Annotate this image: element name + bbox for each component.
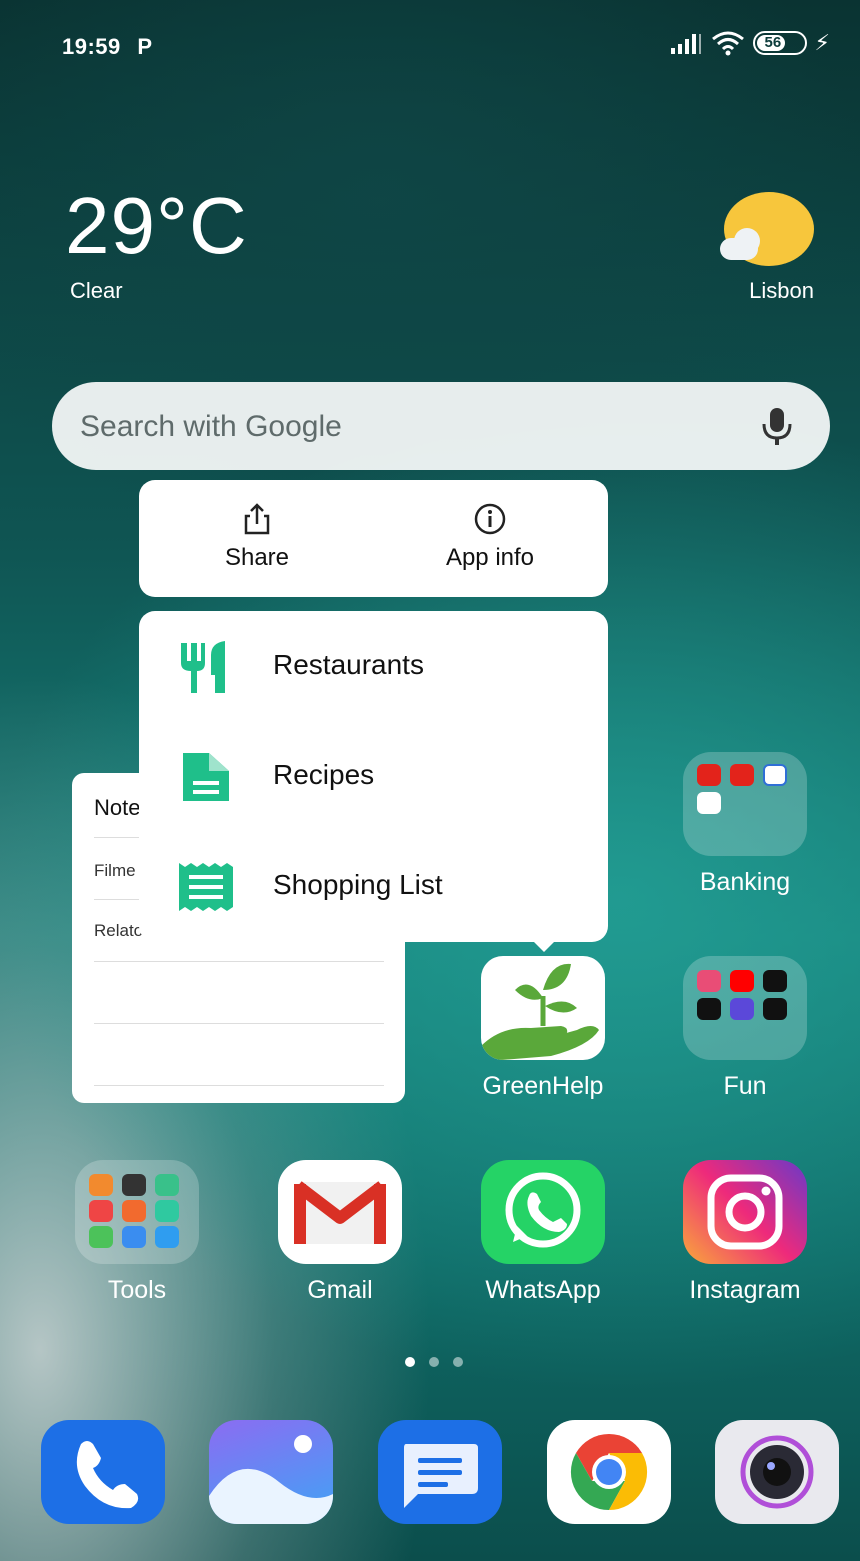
page-dot[interactable] (405, 1357, 415, 1367)
notes-row[interactable] (94, 1023, 384, 1086)
charging-icon: ⚡ (814, 30, 830, 55)
wifi-icon (711, 31, 744, 56)
fork-knife-icon (181, 641, 225, 693)
shortcut-restaurants[interactable]: Restaurants (139, 611, 608, 721)
folder-tools[interactable]: Tools (62, 1160, 212, 1305)
app-label: Fun (723, 1072, 767, 1100)
app-shortcuts-menu: Restaurants Recipes Shopping List (139, 611, 608, 942)
shortcut-label: Shopping List (273, 869, 443, 900)
app-gmail[interactable]: Gmail (265, 1160, 415, 1305)
battery-level: 56 (764, 34, 782, 51)
battery-icon: 56 (752, 31, 807, 55)
sun-cloud-icon (720, 192, 816, 268)
receipt-icon (179, 863, 233, 911)
signal-icon (670, 34, 701, 54)
shortcut-recipes[interactable]: Recipes (139, 721, 608, 831)
page-indicator[interactable] (405, 1357, 463, 1367)
chrome-icon[interactable] (547, 1420, 671, 1524)
messages-icon[interactable] (378, 1420, 502, 1524)
share-icon (244, 503, 270, 535)
app-greenhelp[interactable]: GreenHelp (468, 956, 618, 1101)
folder-banking[interactable]: Banking (670, 752, 820, 897)
app-whatsapp[interactable]: WhatsApp (468, 1160, 618, 1305)
fun-folder-icon (683, 956, 807, 1060)
camera-icon[interactable] (715, 1420, 839, 1524)
gallery-icon[interactable] (209, 1420, 333, 1524)
app-label: Gmail (307, 1276, 373, 1304)
temperature[interactable]: 29°C (65, 180, 248, 272)
microphone-icon[interactable] (760, 406, 794, 446)
app-info-action[interactable]: App info (410, 502, 570, 572)
status-time: 19:59 P (62, 34, 153, 59)
google-search-bar[interactable]: Search with Google (52, 382, 830, 470)
app-label: Tools (107, 1276, 167, 1304)
shortcut-label: Recipes (273, 759, 375, 790)
app-popup-actions: Share App info (139, 480, 608, 597)
app-label: GreenHelp (482, 1072, 604, 1100)
shortcut-label: Restaurants (273, 649, 424, 680)
notes-title: Note (94, 795, 141, 820)
weather-city: Lisbon (749, 278, 814, 303)
phone-icon[interactable] (41, 1420, 165, 1524)
whatsapp-icon (481, 1160, 605, 1264)
greenhelp-icon (481, 956, 605, 1060)
weather-condition: Clear (70, 278, 123, 303)
shortcut-shopping-list[interactable]: Shopping List (139, 831, 608, 941)
tools-folder-icon (75, 1160, 199, 1264)
folder-fun[interactable]: Fun (670, 956, 820, 1101)
notes-row[interactable] (94, 961, 384, 1024)
menu-pointer (530, 938, 558, 952)
app-info-label: App info (445, 544, 535, 571)
gmail-icon (278, 1160, 402, 1264)
notes-row-text: Relato (94, 921, 144, 940)
share-action[interactable]: Share (177, 502, 337, 572)
app-label: Instagram (689, 1276, 801, 1304)
app-label: WhatsApp (485, 1276, 601, 1304)
search-placeholder: Search with Google (80, 410, 342, 443)
app-label: Banking (699, 868, 791, 896)
banking-folder-icon (683, 752, 807, 856)
page-dot[interactable] (453, 1357, 463, 1367)
notes-row-text: Filme (94, 861, 136, 880)
page-dot[interactable] (429, 1357, 439, 1367)
app-instagram[interactable]: Instagram (670, 1160, 820, 1305)
status-icons: 56 ⚡ (669, 30, 830, 56)
share-label: Share (224, 544, 290, 571)
instagram-icon (683, 1160, 807, 1264)
document-icon (183, 753, 229, 801)
info-icon (474, 503, 506, 535)
p-icon: P (137, 34, 153, 59)
